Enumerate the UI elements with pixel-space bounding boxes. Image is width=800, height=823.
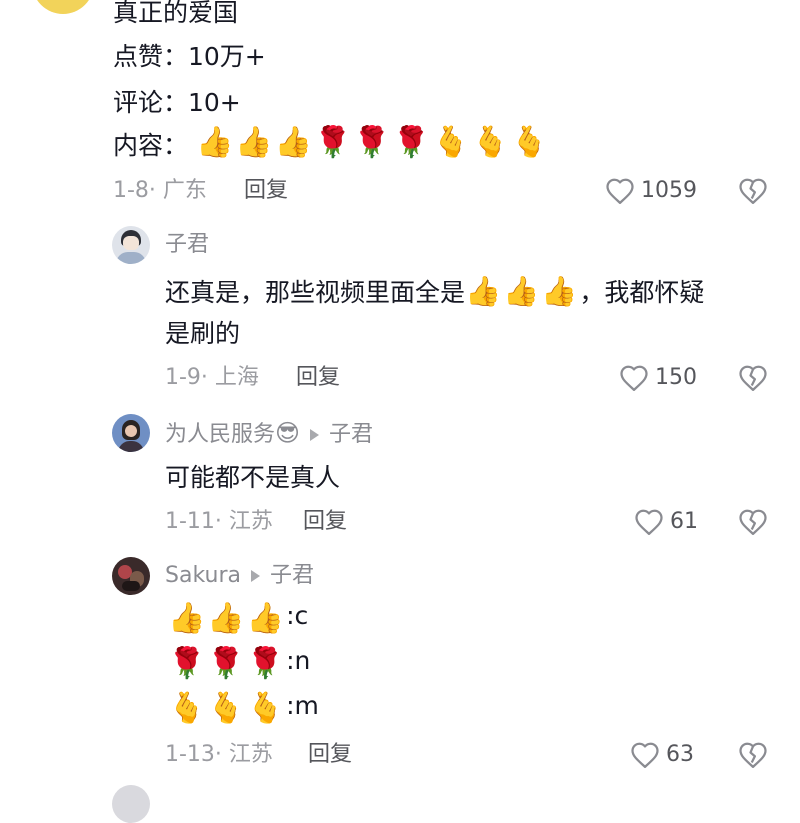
reply-text-part: :m — [286, 691, 319, 720]
broken-heart-icon — [739, 178, 767, 204]
reply-text-part: :c — [286, 601, 309, 630]
reply-emojis: 🫰🫰🫰 — [168, 691, 287, 726]
avatar[interactable] — [112, 226, 150, 264]
comment-date-location: 1-11· 江苏 — [165, 509, 273, 534]
reply-text-line: 🌹🌹🌹:n — [168, 648, 310, 679]
reply-text-line: 👍👍👍:c — [168, 603, 308, 634]
like-count: 61 — [670, 509, 698, 534]
like-count: 150 — [655, 365, 697, 390]
reply-text: 可能都不是真人 — [165, 463, 341, 492]
dislike-button[interactable] — [738, 364, 770, 394]
heart-icon — [606, 178, 634, 204]
broken-heart-icon — [739, 742, 767, 768]
commenter-name[interactable]: Sakura — [165, 563, 241, 588]
broken-heart-icon — [739, 509, 767, 535]
like-button[interactable]: 150 — [619, 363, 709, 393]
reply-arrow-icon — [250, 570, 260, 582]
like-button[interactable]: 63 — [630, 740, 710, 770]
reply-arrow-icon — [310, 429, 320, 441]
reply-emojis: 🌹🌹🌹 — [168, 646, 287, 681]
reply-header: 为人民服务😎 子君 — [165, 421, 373, 446]
comment-text-line: 点赞：10万+ — [113, 42, 266, 71]
dislike-button[interactable] — [738, 508, 770, 538]
reply-button[interactable]: 回复 — [296, 367, 340, 389]
name-emoji: 😎 — [275, 419, 301, 447]
reply-emojis: 👍👍👍 — [465, 274, 580, 308]
reply-text-line: 是刷的 — [165, 319, 241, 348]
reply-text-part: 还真是，那些视频里面全是 — [165, 278, 466, 307]
dislike-button[interactable] — [738, 741, 770, 771]
reply-text: 还真是，那些视频里面全是👍👍👍，我都怀疑 — [165, 277, 704, 306]
avatar[interactable] — [112, 557, 150, 595]
broken-heart-icon — [739, 365, 767, 391]
commenter-name[interactable]: 为人民服务 — [165, 422, 275, 447]
comment-text-line: 评论：10+ — [113, 88, 241, 117]
avatar[interactable] — [32, 0, 94, 14]
comment-date-location: 1-13· 江苏 — [165, 742, 273, 767]
like-count: 63 — [666, 742, 694, 767]
like-button[interactable]: 61 — [634, 507, 714, 537]
comment-date-location: 1-9· 上海 — [165, 365, 259, 390]
reply-emojis: 👍👍👍 — [168, 601, 287, 636]
reply-button[interactable]: 回复 — [244, 180, 288, 202]
reply-button[interactable]: 回复 — [308, 744, 352, 766]
like-count: 1059 — [641, 178, 697, 203]
comment-text-line: 真正的爱国 — [113, 0, 239, 27]
heart-icon — [631, 742, 659, 768]
comment-date-location: 1-8· 广东 — [113, 178, 207, 203]
commenter-name[interactable]: 子君 — [165, 234, 209, 256]
reply-button[interactable]: 回复 — [303, 511, 347, 533]
like-button[interactable]: 1059 — [605, 176, 705, 206]
avatar[interactable] — [112, 414, 150, 452]
reply-text-line: 🫰🫰🫰:m — [168, 693, 319, 724]
reply-target-name[interactable]: 子君 — [329, 422, 373, 447]
heart-icon — [620, 365, 648, 391]
comment-text-line: 内容： — [113, 131, 189, 160]
heart-icon — [635, 509, 663, 535]
comment-emojis: 👍👍👍🌹🌹🌹🫰🫰🫰 — [196, 125, 551, 160]
reply-text-part: :n — [286, 646, 311, 675]
dislike-button[interactable] — [738, 177, 770, 207]
reply-header: Sakura 子君 — [165, 565, 314, 587]
reply-text-part: ，我都怀疑 — [579, 278, 705, 307]
reply-target-name[interactable]: 子君 — [270, 563, 314, 588]
